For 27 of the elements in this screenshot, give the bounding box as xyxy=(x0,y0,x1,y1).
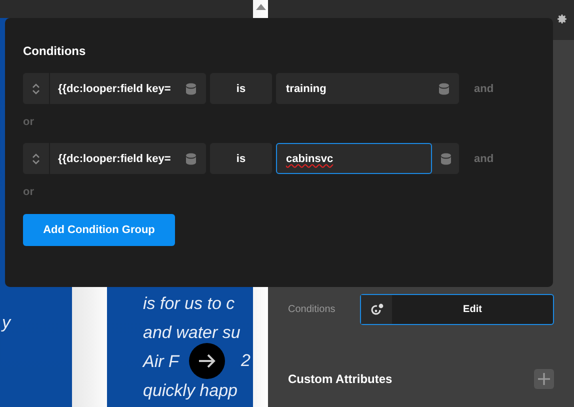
settings-icon[interactable] xyxy=(556,13,568,25)
operator-select[interactable]: is xyxy=(210,143,272,174)
card-text: Air F xyxy=(143,352,179,372)
edit-conditions-button[interactable]: Edit xyxy=(360,294,554,325)
value-input[interactable]: cabinsvc xyxy=(276,143,432,174)
card-text: quickly happ xyxy=(143,380,238,400)
arrow-icon xyxy=(197,353,217,369)
conditions-icon xyxy=(370,302,384,316)
card-text: and water su xyxy=(143,322,240,342)
section-title: Custom Attributes xyxy=(288,372,392,386)
database-icon xyxy=(440,152,450,164)
operator-select[interactable]: is xyxy=(210,73,272,104)
add-attribute-button[interactable] xyxy=(534,369,554,389)
scroll-up-icon[interactable] xyxy=(256,4,266,10)
dialog-title: Conditions xyxy=(23,44,86,58)
database-icon[interactable] xyxy=(186,152,196,164)
sort-handle[interactable] xyxy=(23,73,49,104)
value-input[interactable]: training xyxy=(276,73,459,104)
card-text: 2 xyxy=(241,351,250,371)
card-text: y xyxy=(2,312,10,334)
database-icon[interactable] xyxy=(439,82,449,94)
card-text: is for us to c xyxy=(143,294,235,314)
conditions-label: Conditions xyxy=(288,304,336,315)
database-icon[interactable] xyxy=(186,82,196,94)
sort-handle[interactable] xyxy=(23,143,49,174)
field-select[interactable]: {{dc:looper:field key= xyxy=(49,143,206,174)
field-select[interactable]: {{dc:looper:field key= xyxy=(49,73,206,104)
